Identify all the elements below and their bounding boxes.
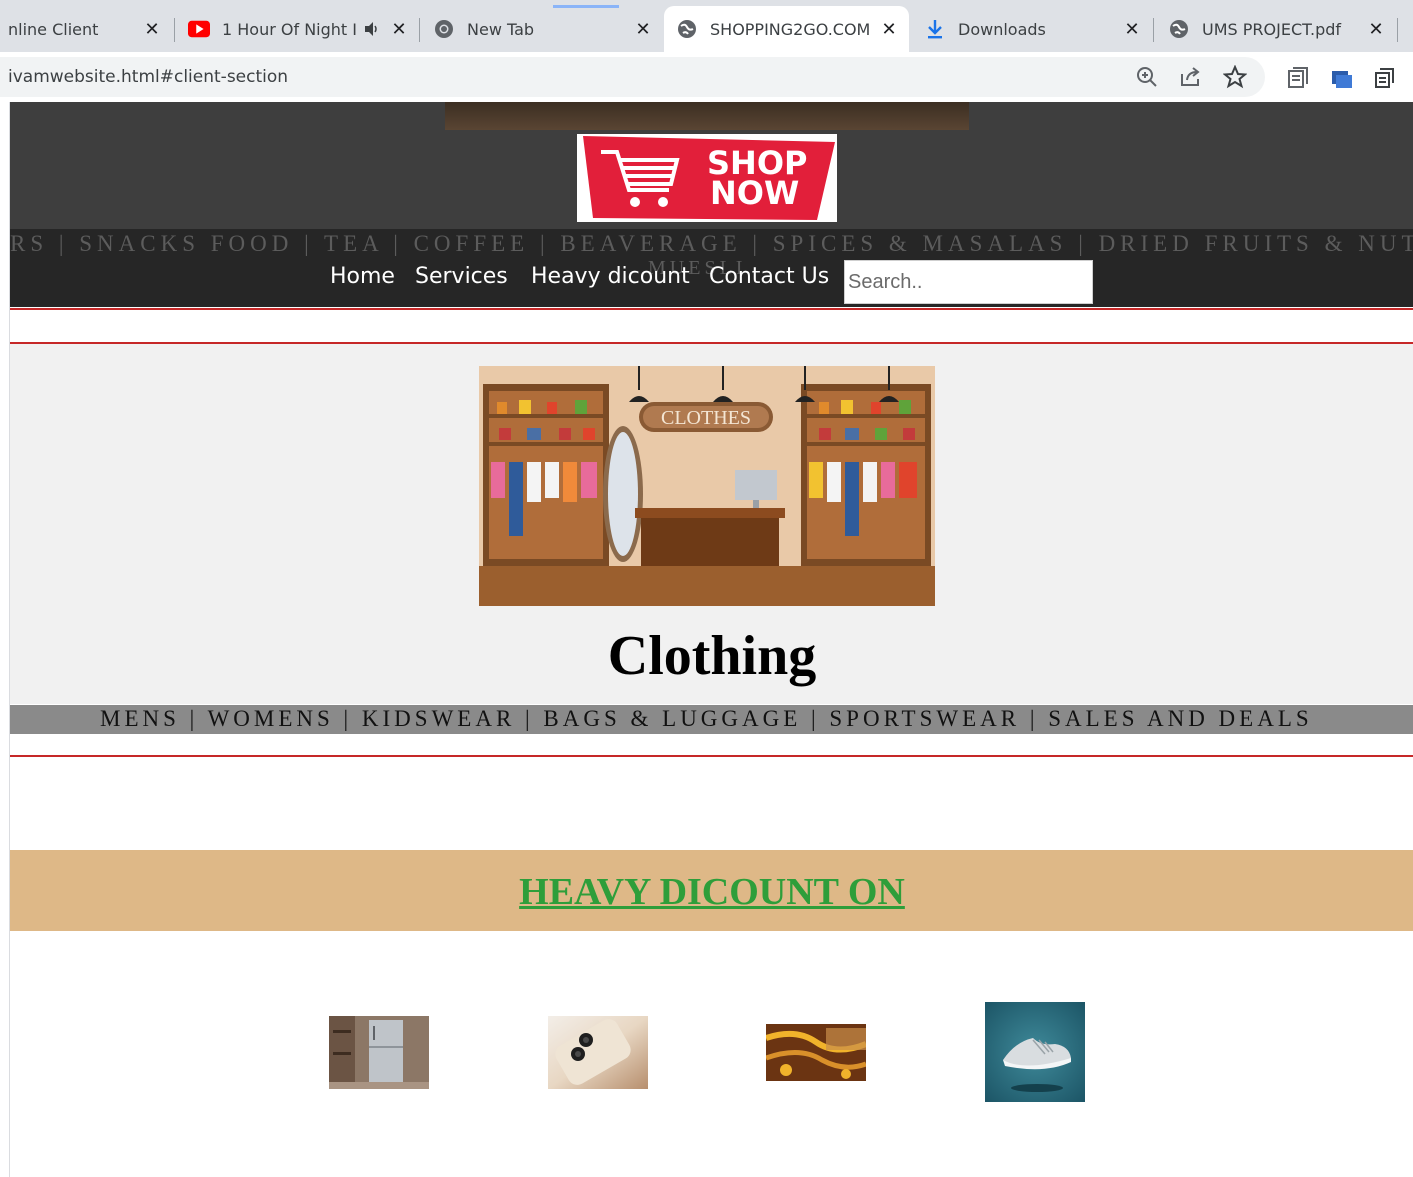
address-bar-url[interactable]: ivamwebsite.html#client-section (8, 67, 288, 87)
clothes-shop-image[interactable]: CLOTHES (479, 366, 935, 606)
category-title: Clothing (607, 625, 817, 687)
close-icon[interactable]: ✕ (877, 19, 901, 40)
heavy-discount-banner: HEAVY DICOUNT ON (10, 850, 1413, 931)
product-refrigerator[interactable] (329, 1016, 429, 1089)
search-input[interactable]: Search.. (844, 260, 1093, 304)
nav-home[interactable]: Home (330, 264, 395, 289)
divider-line (10, 755, 1413, 757)
tab-separator (174, 18, 175, 42)
tab-ums-project-pdf[interactable]: UMS PROJECT.pdf ✕ (1156, 6, 1396, 52)
bookmark-star-icon[interactable] (1222, 64, 1248, 89)
svg-text:NOW: NOW (710, 174, 799, 212)
reading-list-icon[interactable] (1286, 66, 1310, 90)
tab-shopping2go[interactable]: SHOPPING2GO.COM ✕ (664, 6, 909, 52)
close-icon[interactable]: ✕ (387, 19, 411, 40)
header-image-strip (445, 102, 969, 130)
browser-tab-strip: nline Client ✕ 1 Hour Of Night I ✕ New T… (0, 0, 1413, 52)
tab-youtube-night[interactable]: 1 Hour Of Night I ✕ (176, 6, 419, 52)
tab-separator (419, 18, 420, 42)
heavy-discount-title[interactable]: HEAVY DICOUNT ON (10, 870, 1413, 914)
product-jewellery[interactable] (765, 1024, 868, 1081)
tab-new-tab[interactable]: New Tab ✕ (421, 6, 663, 52)
product-sneaker[interactable] (985, 1002, 1085, 1102)
close-icon[interactable]: ✕ (140, 19, 164, 40)
tab-separator (1397, 18, 1398, 42)
divider-line (10, 308, 1413, 310)
share-icon[interactable] (1179, 65, 1203, 89)
web-page: SHOP NOW RS | SNACKS FOOD | TEA | COFFEE… (9, 102, 1413, 1177)
shop-now-logo[interactable]: SHOP NOW (577, 134, 837, 222)
browser-toolbar: ivamwebsite.html#client-section (0, 52, 1413, 102)
youtube-icon (188, 18, 210, 40)
clothing-subnav: MENS | WOMENS | KIDSWEAR | BAGS & LUGGAG… (10, 705, 1413, 734)
tab-separator (1153, 18, 1154, 42)
extension-icon[interactable] (1330, 66, 1354, 90)
speaker-icon[interactable] (363, 18, 381, 40)
globe-icon (676, 18, 698, 40)
download-icon (924, 18, 946, 40)
category-marquee: RS | SNACKS FOOD | TEA | COFFEE | BEAVER… (10, 229, 1413, 259)
nav-services[interactable]: Services (415, 264, 508, 289)
address-bar[interactable]: ivamwebsite.html#client-section (0, 57, 1265, 97)
chrome-icon (433, 18, 455, 40)
close-icon[interactable]: ✕ (1364, 19, 1388, 40)
svg-text:CLOTHES: CLOTHES (661, 407, 751, 429)
product-smartphone[interactable] (548, 1016, 648, 1089)
close-icon[interactable]: ✕ (1120, 19, 1144, 40)
globe-icon (1168, 18, 1190, 40)
tab-downloads[interactable]: Downloads ✕ (912, 6, 1152, 52)
zoom-icon[interactable] (1135, 65, 1159, 89)
nav-heavy-dicount[interactable]: Heavy dicount (531, 264, 690, 289)
close-icon[interactable]: ✕ (631, 19, 655, 40)
tab-online-client[interactable]: nline Client ✕ (0, 6, 172, 52)
nav-contact-us[interactable]: Contact Us (709, 264, 829, 289)
tab-search-icon[interactable] (1373, 66, 1397, 90)
